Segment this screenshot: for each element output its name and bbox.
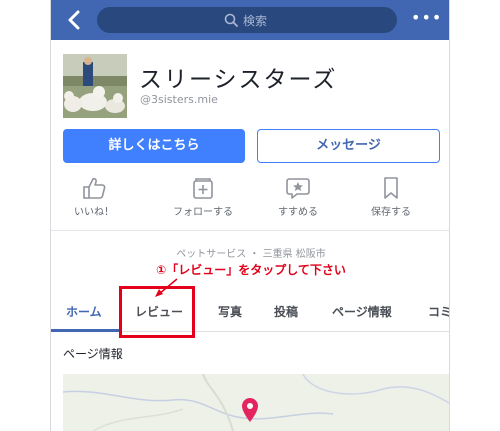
follow-label: フォローする: [173, 207, 233, 218]
page-title: スリーシスターズ: [139, 67, 338, 93]
recommend-action[interactable]: すすめる: [256, 176, 340, 220]
tab-page-info[interactable]: ページ情報: [332, 292, 392, 332]
active-tab-indicator: [51, 329, 119, 332]
follow-icon: [193, 178, 213, 199]
like-label: いいね！: [74, 207, 114, 218]
section-title: ページ情報: [63, 347, 123, 361]
message-button[interactable]: メッセージ: [257, 129, 440, 163]
recommend-label: すすめる: [278, 207, 318, 218]
like-action[interactable]: いいね！: [52, 176, 136, 220]
tab-photos[interactable]: 写真: [218, 292, 242, 332]
page-category: ペットサービス ・ 三重県 松阪市: [176, 249, 326, 260]
ellipsis-icon: •••: [411, 8, 443, 27]
search-input[interactable]: 検索: [97, 7, 397, 33]
mobile-screen: 検索 ••• スリーシスターズ @3sisters.mie 詳しくはこちら メッ…: [50, 0, 450, 431]
back-button[interactable]: [63, 8, 87, 32]
recommend-star-icon: [286, 178, 310, 199]
thumbs-up-icon: [83, 177, 106, 199]
search-icon: [224, 13, 238, 27]
more-options-button[interactable]: •••: [411, 9, 441, 31]
chevron-left-icon: [68, 10, 80, 30]
map-pin-icon[interactable]: [242, 398, 258, 422]
page-handle: @3sisters.mie: [140, 93, 218, 106]
follow-action[interactable]: フォローする: [161, 176, 245, 220]
tab-reviews[interactable]: レビュー: [135, 292, 183, 332]
tab-posts[interactable]: 投稿: [274, 292, 298, 332]
tab-community[interactable]: コミ: [428, 292, 449, 332]
bookmark-icon: [384, 177, 398, 199]
save-label: 保存する: [371, 207, 411, 218]
dogs-photo-icon: [63, 54, 127, 118]
top-bar: 検索 •••: [51, 0, 449, 40]
search-placeholder: 検索: [243, 14, 268, 28]
save-action[interactable]: 保存する: [349, 176, 433, 220]
profile-picture[interactable]: [63, 54, 127, 118]
tab-home[interactable]: ホーム: [66, 292, 102, 332]
divider: [51, 230, 449, 231]
learn-more-button[interactable]: 詳しくはこちら: [63, 129, 245, 163]
annotation-instruction: ①「レビュー」をタップして下さい: [156, 263, 346, 277]
page-tabs: ホーム レビュー 写真 投稿 ページ情報 コミ: [51, 292, 449, 332]
